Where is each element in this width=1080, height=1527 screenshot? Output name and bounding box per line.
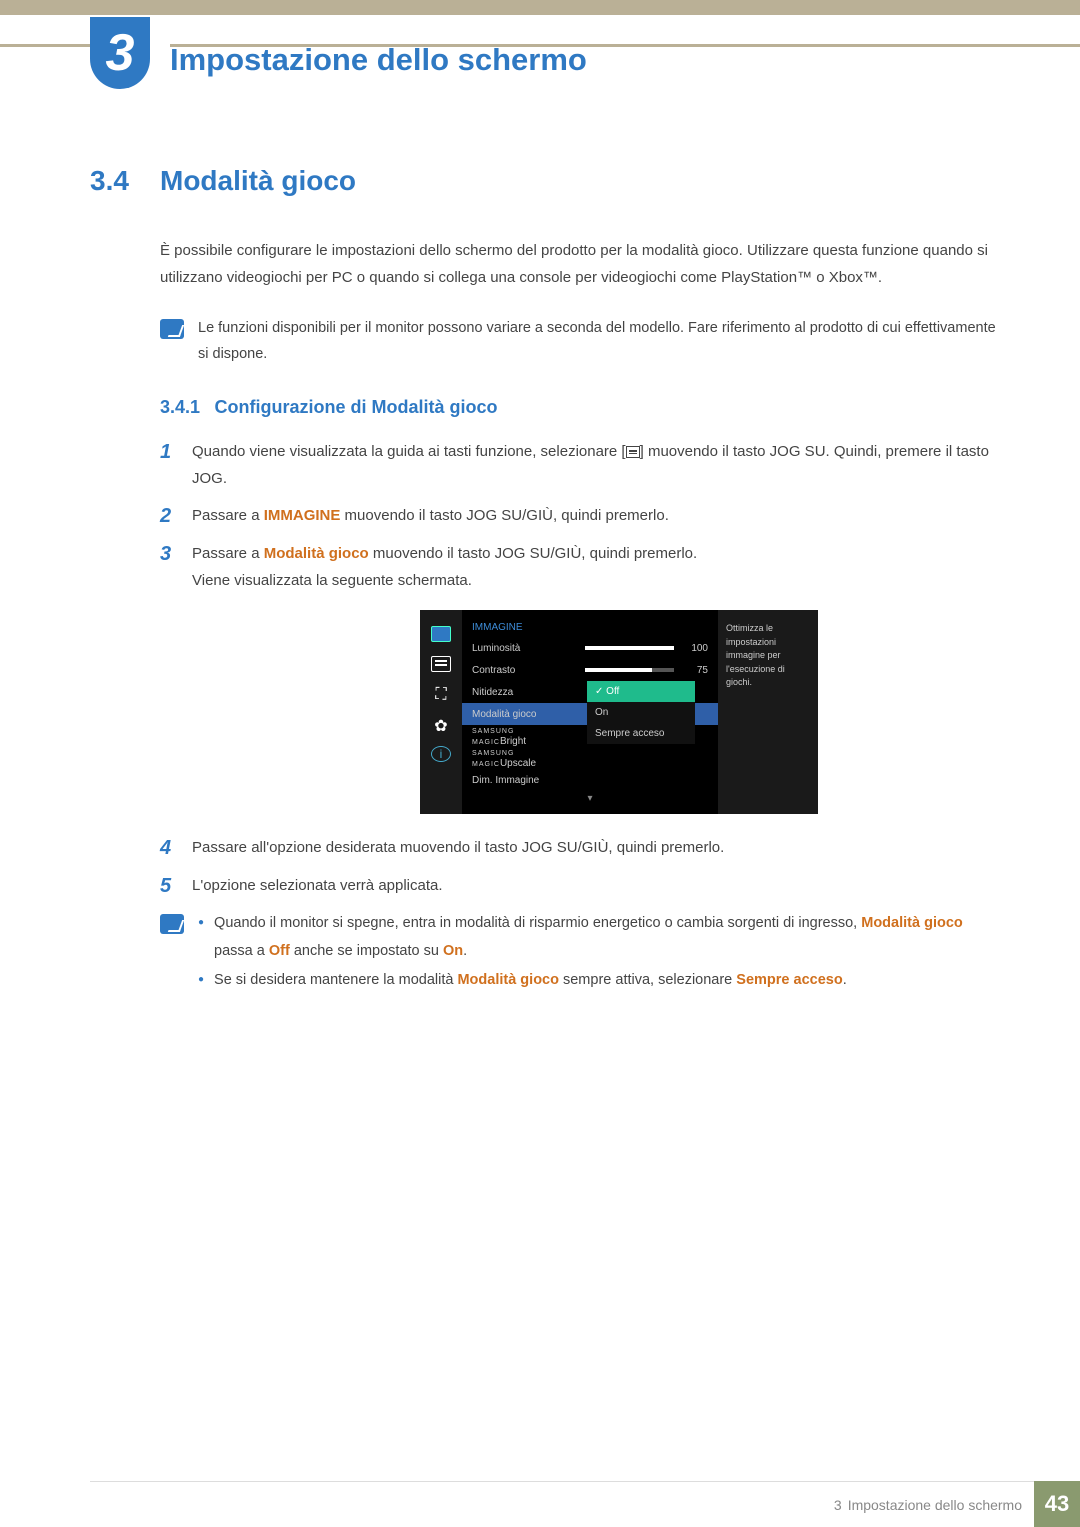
- note-icon: [160, 914, 184, 934]
- page-number: 43: [1034, 1481, 1080, 1527]
- note-block-1: Le funzioni disponibili per il monitor p…: [160, 315, 1000, 367]
- footer-chapter-number: 3: [834, 1497, 842, 1513]
- value: 75: [682, 665, 708, 676]
- osd-screenshot: ⛶ ✿ i IMMAGINE Luminosità 100 Contrasto …: [420, 610, 818, 814]
- step-text: Passare a Modalità gioco muovendo il tas…: [192, 540, 697, 594]
- t: Passare a: [192, 507, 264, 524]
- section-title: Modalità gioco: [160, 165, 356, 197]
- step-number: 2: [160, 502, 178, 530]
- step-number: 5: [160, 872, 178, 900]
- bold: Modalità gioco: [861, 915, 963, 931]
- t: Quando il monitor si spegne, entra in mo…: [214, 915, 861, 931]
- chapter-title: Impostazione dello schermo: [170, 42, 587, 78]
- slider: [585, 668, 674, 672]
- chapter-number-badge: 3: [90, 17, 150, 89]
- t: MAGIC: [472, 761, 500, 768]
- bold: Off: [269, 943, 290, 959]
- osd-main: IMMAGINE Luminosità 100 Contrasto 75 Nit…: [462, 610, 718, 814]
- label: Contrasto: [472, 665, 577, 676]
- step-text: Quando viene visualizzata la guida ai ta…: [192, 438, 1000, 492]
- subsection-title: Configurazione di Modalità gioco: [215, 397, 498, 417]
- step-5: 5 L'opzione selezionata verrà applicata.: [160, 872, 1000, 900]
- t: Quando viene visualizzata la guida ai ta…: [192, 443, 626, 460]
- label: Nitidezza: [472, 687, 577, 698]
- bullet-icon: ●: [198, 910, 204, 965]
- osd-row-luminosita: Luminosità 100: [462, 637, 718, 659]
- osd-submenu: Off On Sempre acceso: [587, 681, 695, 744]
- step-3: 3 Passare a Modalità gioco muovendo il t…: [160, 540, 1000, 594]
- osd-sidebar: ⛶ ✿ i: [420, 610, 462, 814]
- bold: Modalità gioco: [457, 972, 559, 988]
- bold: IMMAGINE: [264, 507, 341, 524]
- subsection-number: 3.4.1: [160, 397, 200, 417]
- step-number: 1: [160, 438, 178, 492]
- label: SAMSUNG MAGICUpscale: [472, 747, 577, 769]
- top-stripe: [0, 0, 1080, 15]
- gear-icon: ✿: [431, 716, 451, 732]
- t: Passare a: [192, 545, 264, 562]
- settings-bars-icon: [431, 656, 451, 672]
- submenu-on: On: [587, 702, 695, 723]
- osd-title: IMMAGINE: [462, 618, 718, 637]
- intro-paragraph: È possibile configurare le impostazioni …: [160, 237, 1000, 291]
- page-footer: 3 Impostazione dello schermo 43: [0, 1481, 1080, 1527]
- t: passa a: [214, 943, 269, 959]
- t: MAGIC: [472, 739, 500, 746]
- label: Modalità gioco: [472, 709, 577, 720]
- t: muovendo il tasto JOG SU/GIÙ, quindi pre…: [340, 507, 668, 524]
- bold: On: [443, 943, 463, 959]
- t: Viene visualizzata la seguente schermata…: [192, 572, 472, 589]
- note-block-2: ● Quando il monitor si spegne, entra in …: [160, 910, 1000, 997]
- osd-description: Ottimizza le impostazioni immagine per l…: [718, 610, 818, 814]
- scroll-down-icon: ▾: [462, 791, 718, 806]
- section-number: 3.4: [90, 165, 160, 197]
- page-body: 3.4 Modalità gioco È possibile configura…: [0, 105, 1080, 997]
- step-number: 3: [160, 540, 178, 594]
- page-header: 3 Impostazione dello schermo: [0, 15, 1080, 105]
- t: muovendo il tasto JOG SU/GIÙ, quindi pre…: [369, 545, 697, 562]
- section-heading: 3.4 Modalità gioco: [90, 165, 1000, 197]
- step-text: Passare all'opzione desiderata muovendo …: [192, 834, 724, 862]
- slider: [585, 646, 674, 650]
- value: 100: [682, 643, 708, 654]
- step-2: 2 Passare a IMMAGINE muovendo il tasto J…: [160, 502, 1000, 530]
- t: Se si desidera mantenere la modalità: [214, 972, 457, 988]
- step-text: Passare a IMMAGINE muovendo il tasto JOG…: [192, 502, 669, 530]
- t: Bright: [500, 736, 526, 747]
- t: .: [463, 943, 467, 959]
- submenu-sempre: Sempre acceso: [587, 723, 695, 744]
- osd-row-contrasto: Contrasto 75: [462, 659, 718, 681]
- t: sempre attiva, selezionare: [559, 972, 736, 988]
- bullet-1: ● Quando il monitor si spegne, entra in …: [198, 910, 1000, 965]
- bold: Modalità gioco: [264, 545, 369, 562]
- step-number: 4: [160, 834, 178, 862]
- t: Upscale: [500, 758, 536, 769]
- osd-row-dim-immagine: Dim. Immagine: [462, 769, 718, 791]
- resize-icon: ⛶: [431, 686, 451, 702]
- t: anche se impostato su: [290, 943, 443, 959]
- menu-icon: [626, 446, 640, 458]
- bullet-list: ● Quando il monitor si spegne, entra in …: [198, 910, 1000, 997]
- info-icon: i: [431, 746, 451, 762]
- bold: Sempre acceso: [736, 972, 842, 988]
- t: .: [843, 972, 847, 988]
- label: SAMSUNG MAGICBright: [472, 725, 577, 747]
- step-4: 4 Passare all'opzione desiderata muovend…: [160, 834, 1000, 862]
- subsection-heading: 3.4.1 Configurazione di Modalità gioco: [160, 397, 1000, 418]
- note-text: Le funzioni disponibili per il monitor p…: [198, 315, 1000, 367]
- bullet-2: ● Se si desidera mantenere la modalità M…: [198, 967, 1000, 995]
- t: SAMSUNG: [472, 750, 514, 757]
- label: Dim. Immagine: [472, 775, 577, 786]
- step-text: L'opzione selezionata verrà applicata.: [192, 872, 443, 900]
- bullet-icon: ●: [198, 967, 204, 995]
- note-icon: [160, 319, 184, 339]
- t: SAMSUNG: [472, 728, 514, 735]
- monitor-icon: [431, 626, 451, 642]
- submenu-off: Off: [587, 681, 695, 702]
- osd-row-magic-upscale: SAMSUNG MAGICUpscale: [462, 747, 718, 769]
- label: Luminosità: [472, 643, 577, 654]
- footer-chapter-title: Impostazione dello schermo: [848, 1497, 1022, 1513]
- step-1: 1 Quando viene visualizzata la guida ai …: [160, 438, 1000, 492]
- footer-text: 3 Impostazione dello schermo: [90, 1481, 1034, 1527]
